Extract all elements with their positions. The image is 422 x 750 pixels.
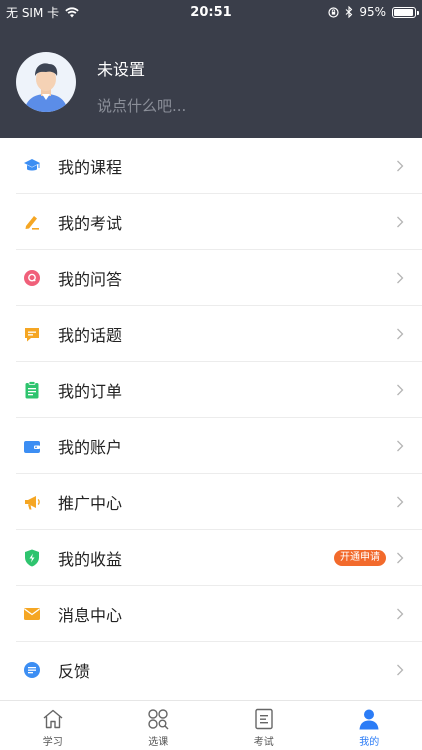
profile-header[interactable]: 未设置 说点什么吧... [0,24,422,138]
tab-label: 学习 [42,737,63,748]
avatar[interactable] [16,52,76,112]
orientation-lock-icon [328,6,339,18]
status-right: 95% [328,5,419,19]
question-bubble-icon [23,269,41,287]
user-signature[interactable]: 说点什么吧... [97,95,186,116]
menu-item-label: 推广中心 [58,494,123,513]
pencil-icon [23,213,41,231]
graduation-cap-icon [23,157,41,175]
status-bar: 无 SIM 卡 20:51 95% [0,0,422,24]
menu-item-account[interactable]: 我的账户 [0,418,422,474]
menu-list: 我的课程 我的考试 我的问答 我的话题 我的订单 我的账户 推广中心 我的收益 … [0,138,422,698]
wifi-icon [65,6,79,18]
menu-item-label: 我的考试 [58,214,123,233]
menu-item-label: 反馈 [58,662,91,681]
carrier-text: 无 SIM 卡 [6,5,60,20]
tab-label: 考试 [253,737,274,748]
menu-item-promotion[interactable]: 推广中心 [0,474,422,530]
home-icon [41,707,65,731]
chevron-right-icon [397,552,404,564]
bottom-tab-bar: 学习 选课 考试 我的 [0,700,422,750]
chevron-right-icon [397,608,404,620]
chevron-right-icon [397,384,404,396]
menu-item-label: 我的问答 [58,270,123,289]
exam-doc-icon [252,707,276,731]
tab-exam[interactable]: 考试 [211,701,317,750]
chevron-right-icon [397,664,404,676]
shield-icon [23,549,41,567]
megaphone-icon [23,493,41,511]
menu-item-label: 我的订单 [58,382,123,401]
menu-item-label: 我的账户 [58,438,123,457]
menu-item-topics[interactable]: 我的话题 [0,306,422,362]
person-icon [357,707,381,731]
menu-item-earnings[interactable]: 我的收益 开通申请 [0,530,422,586]
tab-label: 我的 [359,737,380,748]
menu-item-orders[interactable]: 我的订单 [0,362,422,418]
battery-percent: 95% [359,5,386,19]
menu-item-exams[interactable]: 我的考试 [0,194,422,250]
chevron-right-icon [397,440,404,452]
feedback-icon [23,661,41,679]
chevron-right-icon [397,160,404,172]
menu-item-messages[interactable]: 消息中心 [0,586,422,642]
menu-item-feedback[interactable]: 反馈 [0,642,422,698]
status-left: 无 SIM 卡 [6,4,79,21]
bluetooth-icon [345,6,353,18]
user-name[interactable]: 未设置 [97,56,145,80]
clipboard-icon [23,381,41,399]
open-application-badge[interactable]: 开通申请 [334,550,386,566]
chevron-right-icon [397,216,404,228]
menu-item-courses[interactable]: 我的课程 [0,138,422,194]
battery-level [394,8,413,16]
tab-study[interactable]: 学习 [0,701,106,750]
tab-label: 选课 [148,737,169,748]
chat-bubble-icon [23,325,41,343]
menu-item-label: 我的话题 [58,326,123,345]
menu-item-label: 我的课程 [58,158,123,177]
battery-icon [392,6,419,18]
chevron-right-icon [397,328,404,340]
wallet-icon [23,437,41,455]
tab-select-course[interactable]: 选课 [106,701,212,750]
menu-item-label: 我的收益 [58,550,123,569]
course-select-icon [146,707,170,731]
tab-mine[interactable]: 我的 [317,701,422,750]
envelope-icon [23,605,41,623]
menu-item-label: 消息中心 [58,606,123,625]
menu-item-qa[interactable]: 我的问答 [0,250,422,306]
chevron-right-icon [397,496,404,508]
chevron-right-icon [397,272,404,284]
